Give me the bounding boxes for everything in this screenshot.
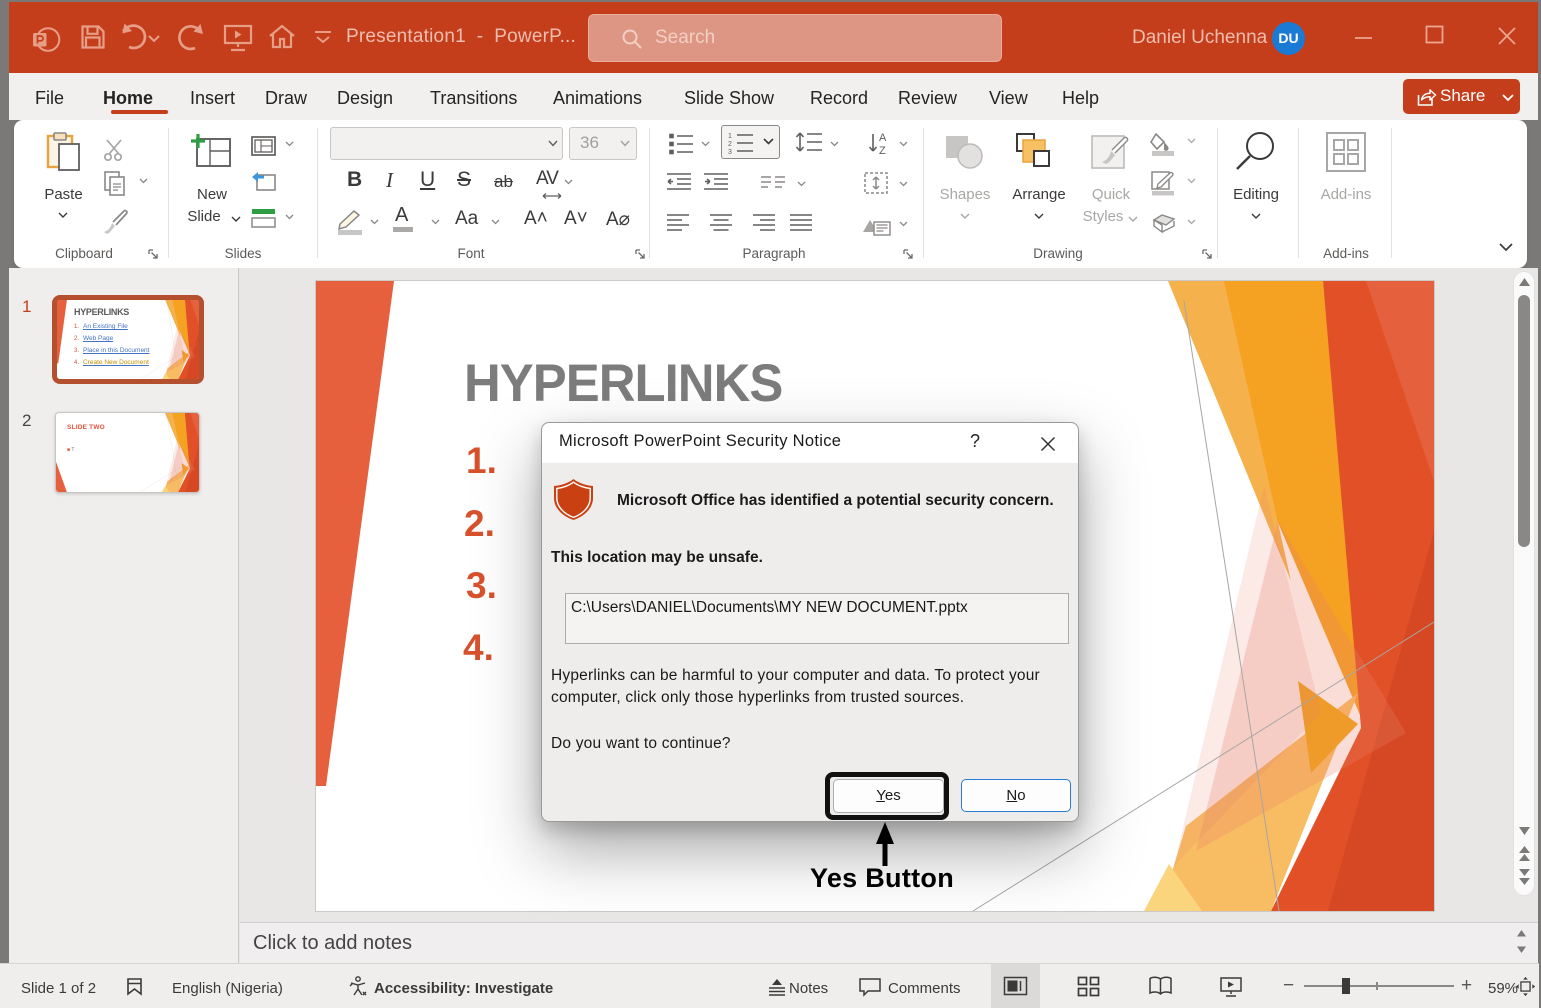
- svg-text:1: 1: [728, 133, 732, 140]
- svg-text:A: A: [879, 132, 887, 144]
- svg-text:2: 2: [728, 141, 732, 148]
- svg-text:3: 3: [728, 149, 732, 155]
- svg-text:Z: Z: [879, 145, 886, 156]
